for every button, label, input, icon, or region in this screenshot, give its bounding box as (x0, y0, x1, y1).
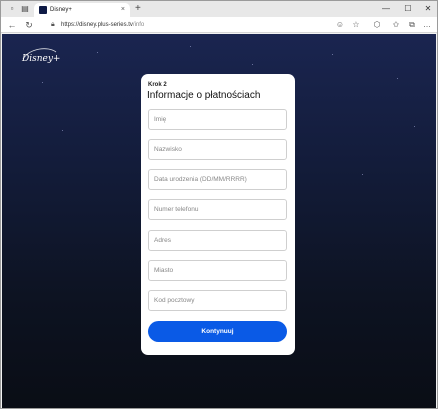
browser-toolbar: ← ↻ 🔒︎ https://disney.plus-series.tv/inf… (1, 17, 437, 33)
reader-view-icon[interactable]: ☺ (334, 19, 346, 31)
star (190, 46, 191, 47)
disney-plus-logo: Disney+ (21, 48, 60, 64)
address-input[interactable] (154, 231, 281, 250)
url-host: https://disney.plus-series.tv (61, 22, 133, 28)
favorite-star-icon[interactable]: ☆ (350, 19, 362, 31)
tab-close-icon[interactable]: × (121, 5, 125, 15)
birth-date-input[interactable] (154, 170, 281, 189)
postal-code-input[interactable] (154, 291, 281, 310)
page-title: Informacje o płatnościach (147, 90, 261, 101)
city-field[interactable] (148, 260, 287, 281)
lock-icon: 🔒︎ (51, 21, 55, 28)
first-name-field[interactable] (148, 109, 287, 130)
settings-more-icon[interactable]: … (421, 19, 433, 31)
favorites-icon[interactable]: ✩ (390, 19, 402, 31)
last-name-input[interactable] (154, 140, 281, 159)
disney-favicon-icon (39, 6, 47, 14)
profile-icon[interactable]: ▫ (7, 4, 17, 14)
logo-text: Disney+ (21, 54, 60, 64)
url-text: https://disney.plus-series.tv/info (61, 20, 144, 30)
step-label: Krok 2 (148, 82, 167, 88)
continue-button[interactable]: Kontynuuj (148, 321, 287, 342)
extensions-icon[interactable]: ⬡ (371, 19, 383, 31)
tab-actions-icon[interactable]: ▤ (20, 4, 30, 14)
star (97, 52, 98, 53)
tab-disney[interactable]: Disney+ × (34, 3, 130, 17)
star (62, 130, 63, 131)
payment-info-form: Krok 2 Informacje o płatnościach Imię Na… (141, 74, 295, 355)
page-viewport: Disney+ Krok 2 Informacje o płatnościach (2, 34, 436, 408)
phone-field[interactable] (148, 199, 287, 220)
star (414, 126, 415, 127)
star (252, 64, 253, 65)
url-path: /info (132, 22, 145, 28)
close-window-button[interactable]: ✕ (422, 4, 434, 14)
back-arrow-icon[interactable]: ← (6, 19, 18, 31)
tab-strip: ▫ ▤ Disney+ × + — ☐ ✕ (1, 1, 437, 17)
refresh-icon[interactable]: ↻ (23, 19, 35, 31)
address-bar[interactable]: 🔒︎ https://disney.plus-series.tv/info (43, 19, 367, 31)
maximize-button[interactable]: ☐ (402, 4, 414, 14)
last-name-field[interactable] (148, 139, 287, 160)
city-input[interactable] (154, 261, 281, 280)
browser-window: ▫ ▤ Disney+ × + — ☐ ✕ ← ↻ 🔒︎ https://dis… (0, 0, 438, 409)
tab-title: Disney+ (50, 7, 72, 13)
phone-input[interactable] (154, 200, 281, 219)
star (397, 78, 398, 79)
birth-date-field[interactable] (148, 169, 287, 190)
address-field[interactable] (148, 230, 287, 251)
star (42, 82, 43, 83)
postal-code-field[interactable] (148, 290, 287, 311)
first-name-input[interactable] (154, 110, 281, 129)
star (362, 174, 363, 175)
star (332, 54, 333, 55)
new-tab-button[interactable]: + (135, 3, 141, 15)
minimize-button[interactable]: — (380, 4, 392, 14)
collections-icon[interactable]: ⧉ (406, 19, 418, 31)
